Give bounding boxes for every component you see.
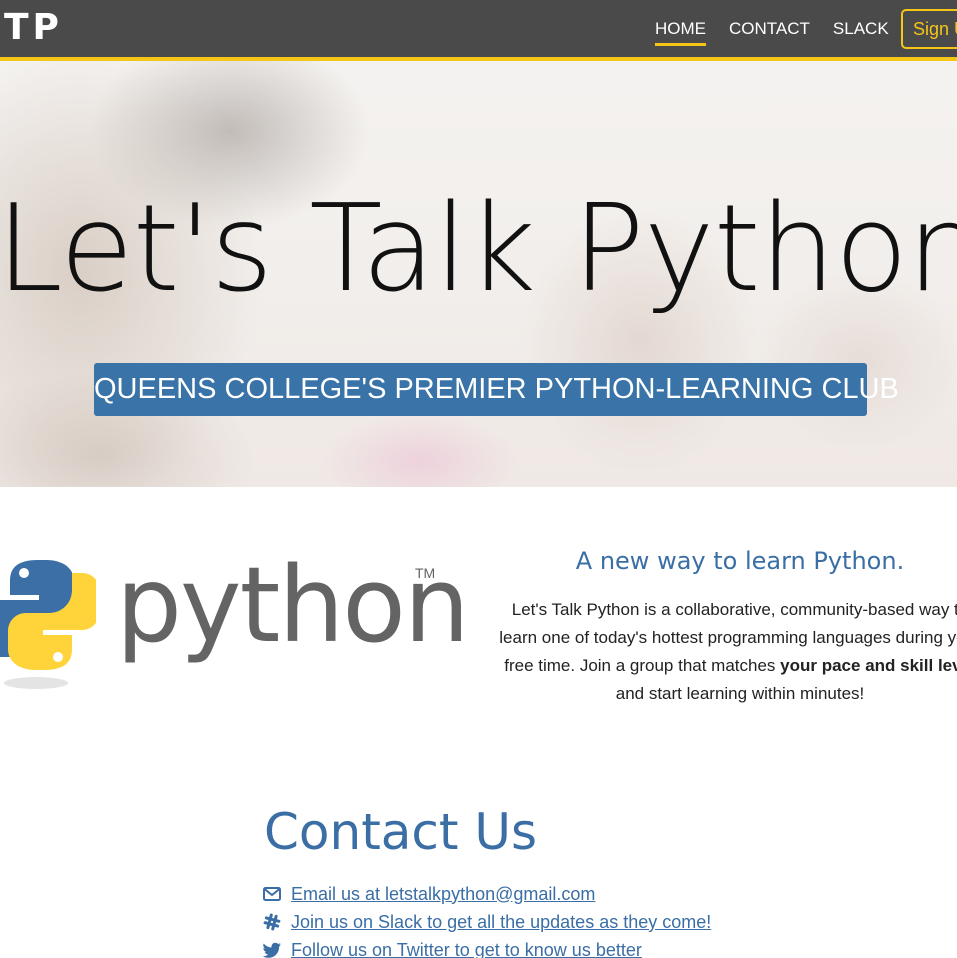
- hero-banner: Let's Talk Python QUEENS COLLEGE'S PREMI…: [0, 61, 957, 487]
- about-heading: A new way to learn Python.: [575, 547, 905, 575]
- trademark-symbol: TM: [415, 565, 436, 581]
- sign-up-button[interactable]: Sign Up: [901, 9, 957, 49]
- nav-link-slack[interactable]: SLACK: [833, 18, 889, 40]
- hero-tagline: QUEENS COLLEGE'S PREMIER PYTHON-LEARNING…: [94, 363, 899, 416]
- hero-title: Let's Talk Python: [0, 180, 957, 319]
- nav-link-contact[interactable]: CONTACT: [729, 18, 810, 40]
- envelope-icon: [263, 887, 281, 901]
- email-link[interactable]: Email us at letstalkpython@gmail.com: [291, 884, 595, 905]
- nav-link-home[interactable]: HOME: [655, 18, 706, 46]
- contact-heading: Contact Us: [264, 803, 538, 861]
- python-logo: python TM: [0, 545, 470, 695]
- navbar: TP HOME CONTACT SLACK Sign Up: [0, 0, 957, 61]
- contact-list: Email us at letstalkpython@gmail.com Joi…: [262, 880, 711, 958]
- brand-logo[interactable]: TP: [4, 8, 63, 48]
- python-wordmark: python: [116, 544, 470, 666]
- about-text: Let's Talk Python is a collaborative, co…: [495, 596, 957, 708]
- slack-icon: [263, 913, 281, 931]
- contact-item-slack: Join us on Slack to get all the updates …: [262, 908, 711, 936]
- twitter-icon: [262, 942, 281, 958]
- contact-item-twitter: Follow us on Twitter to get to know us b…: [262, 936, 711, 958]
- about-text-emphasis: your pace and skill level: [780, 656, 957, 675]
- contact-item-email: Email us at letstalkpython@gmail.com: [262, 880, 711, 908]
- slack-link[interactable]: Join us on Slack to get all the updates …: [291, 912, 711, 933]
- nav-links: HOME CONTACT SLACK: [655, 18, 912, 46]
- twitter-link[interactable]: Follow us on Twitter to get to know us b…: [291, 940, 642, 958]
- python-snake-icon: [0, 560, 96, 689]
